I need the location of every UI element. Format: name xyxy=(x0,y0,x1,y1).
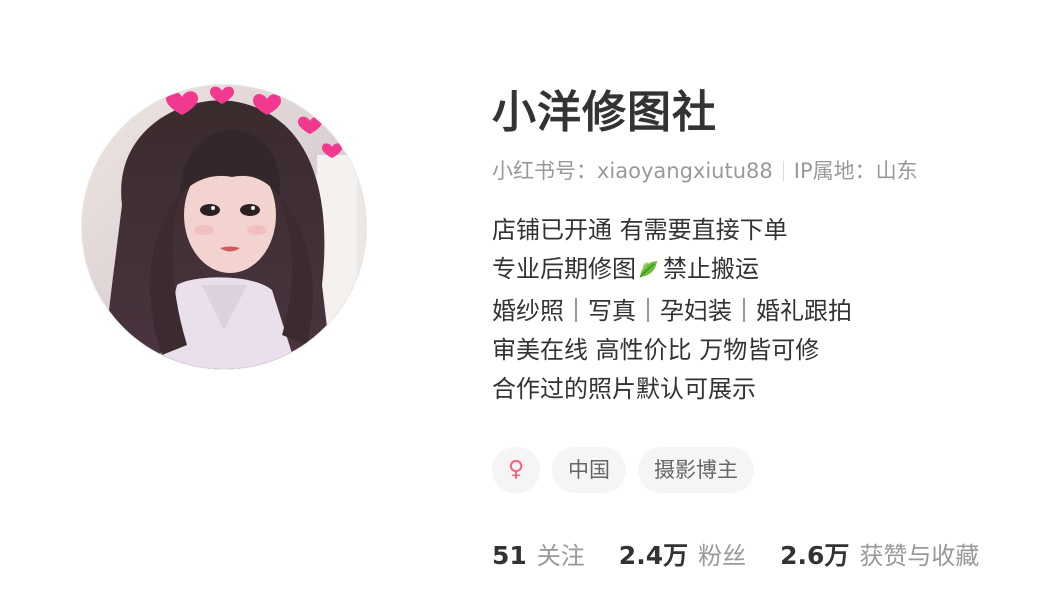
followers-count: 2.4万 xyxy=(618,541,689,570)
id-row: 小红书号：xiaoyangxiutu88 IP属地：山东 xyxy=(492,156,1052,186)
followers-label: 粉丝 xyxy=(698,542,747,570)
female-icon: ♀ xyxy=(507,457,525,482)
id-separator xyxy=(782,161,784,181)
likes-count: 2.6万 xyxy=(780,541,850,570)
ip-location: IP属地：山东 xyxy=(793,159,918,183)
category-tag[interactable]: 摄影博主 xyxy=(638,447,754,493)
bio-line: 店铺已开通 有需要直接下单 xyxy=(492,216,788,244)
bio-line-text: 禁止搬运 xyxy=(663,255,759,283)
bio-line: 合作过的照片默认可展示 xyxy=(492,375,756,403)
bio-line: 审美在线 高性价比 万物皆可修 xyxy=(492,336,820,364)
gender-tag: ♀ xyxy=(492,447,540,493)
user-id: 小红书号：xiaoyangxiutu88 xyxy=(492,159,773,183)
leaf-emoji-icon xyxy=(637,253,659,292)
bio-line: 专业后期修图 禁止搬运 xyxy=(492,250,1052,292)
nickname: 小洋修图社 xyxy=(492,87,717,138)
tags: ♀ 中国 摄影博主 xyxy=(492,447,1052,493)
avatar-image xyxy=(82,85,366,369)
profile-info: 小洋修图社 小红书号：xiaoyangxiutu88 IP属地：山东 店铺已开通 … xyxy=(492,84,1052,572)
following-count: 51 xyxy=(492,541,527,570)
location-tag[interactable]: 中国 xyxy=(552,447,626,493)
bio: 店铺已开通 有需要直接下单 专业后期修图 禁止搬运 婚纱照｜写真｜孕妇装｜婚礼跟拍… xyxy=(492,211,1052,409)
likes-label: 获赞与收藏 xyxy=(859,542,980,570)
profile-page: 小洋修图社 小红书号：xiaoyangxiutu88 IP属地：山东 店铺已开通 … xyxy=(0,0,1062,608)
followers-stat[interactable]: 2.4万 粉丝 xyxy=(619,536,746,572)
likes-stat[interactable]: 2.6万 获赞与收藏 xyxy=(780,536,979,572)
following-stat[interactable]: 51 关注 xyxy=(492,536,585,572)
bio-line-text: 专业后期修图 xyxy=(492,255,636,283)
avatar[interactable] xyxy=(82,85,366,369)
stats: 51 关注 2.4万 粉丝 2.6万 获赞与收藏 xyxy=(492,536,1052,572)
following-label: 关注 xyxy=(536,542,585,570)
bio-line: 婚纱照｜写真｜孕妇装｜婚礼跟拍 xyxy=(492,297,852,325)
